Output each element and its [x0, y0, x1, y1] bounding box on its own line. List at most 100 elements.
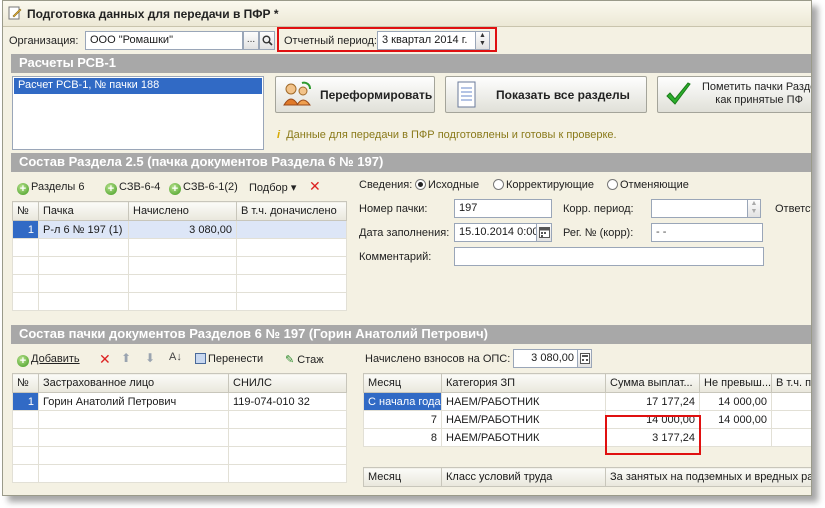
- cell-category[interactable]: НАЕМ/РАБОТНИК: [441, 392, 606, 411]
- col-header-person[interactable]: Застрахованное лицо: [38, 373, 229, 393]
- search-icon: [262, 35, 273, 46]
- cell-amount[interactable]: 3 080,00: [128, 220, 237, 239]
- section-header-rsv: Расчеты РСВ-1: [11, 54, 811, 73]
- comment-field[interactable]: [454, 247, 764, 266]
- reg-number-field[interactable]: - -: [651, 223, 763, 242]
- col-header-n[interactable]: №: [12, 201, 39, 221]
- ops-label: Начислено взносов на ОПС:: [365, 353, 511, 365]
- info-message-text: Данные для передачи в ПФР подготовлены и…: [286, 129, 617, 141]
- table-row[interactable]: 1 Горин Анатолий Петрович 119-074-010 32: [12, 392, 347, 411]
- cell-incl[interactable]: [771, 410, 811, 429]
- corr-period-spinner[interactable]: ▲ ▼: [747, 199, 761, 218]
- table-row[interactable]: С начала года НАЕМ/РАБОТНИК 17 177,24 14…: [363, 392, 811, 411]
- col-header-underground[interactable]: За занятых на подземных и вредных ра...: [605, 467, 811, 487]
- ops-field[interactable]: 3 080,00: [513, 349, 579, 368]
- cell-incl[interactable]: [771, 392, 811, 411]
- cell-category[interactable]: НАЕМ/РАБОТНИК: [441, 410, 606, 429]
- cell-n[interactable]: 1: [12, 392, 39, 411]
- reg-number-label: Рег. № (корр):: [563, 227, 634, 239]
- rsv-list[interactable]: Расчет РСВ-1, № пачки 188: [12, 76, 264, 150]
- col-header-month[interactable]: Месяц: [363, 373, 442, 393]
- cell-not-exceed[interactable]: 14 000,00: [699, 410, 772, 429]
- cell-incl[interactable]: [771, 428, 811, 447]
- pack-number-field[interactable]: 197: [454, 199, 552, 218]
- fill-date-label: Дата заполнения:: [359, 227, 450, 239]
- calendar-button[interactable]: [536, 223, 552, 242]
- cell-not-exceed[interactable]: 14 000,00: [699, 392, 772, 411]
- col-header-amount[interactable]: Начислено: [128, 201, 237, 221]
- delete-icon[interactable]: ✕: [309, 178, 321, 195]
- packs-table[interactable]: № Пачка Начислено В т.ч. доначислено 1 Р…: [12, 201, 347, 311]
- radio-corrective[interactable]: Корректирующие: [493, 179, 594, 191]
- spin-up-icon[interactable]: ▲: [751, 200, 758, 207]
- window-title: Подготовка данных для передачи в ПФР *: [27, 7, 279, 21]
- radio-cancel[interactable]: Отменяющие: [607, 179, 689, 191]
- table-row[interactable]: 1 Р-л 6 № 197 (1) 3 080,00: [12, 220, 347, 239]
- reform-button[interactable]: Переформировать: [275, 76, 435, 113]
- col-header-extra[interactable]: В т.ч. доначислено: [236, 201, 347, 221]
- document-list-icon: [457, 81, 476, 108]
- insured-table[interactable]: № Застрахованное лицо СНИЛС 1 Горин Анат…: [12, 373, 347, 483]
- reform-button-label: Переформировать: [320, 88, 433, 102]
- move-icon: [195, 353, 206, 364]
- work-conditions-table[interactable]: Месяц Класс условий труда За занятых на …: [363, 467, 811, 487]
- move-button[interactable]: Перенести: [195, 353, 263, 365]
- cell-n[interactable]: 1: [12, 220, 39, 239]
- org-field[interactable]: ООО "Ромашки": [85, 31, 243, 50]
- cell-sum[interactable]: 17 177,24: [605, 392, 700, 411]
- period-field[interactable]: 3 квартал 2014 г.: [377, 31, 477, 50]
- show-all-sections-button[interactable]: Показать все разделы: [445, 76, 647, 113]
- document-pen-icon: [8, 6, 22, 20]
- spin-down-icon[interactable]: ▼: [479, 40, 486, 47]
- szv612-button[interactable]: + СЗВ-6-1(2): [169, 181, 238, 195]
- payments-table[interactable]: Месяц Категория ЗП Сумма выплат... Не пр…: [363, 373, 811, 447]
- add-button[interactable]: + Добавить: [17, 353, 80, 367]
- table-row[interactable]: 8 НАЕМ/РАБОТНИК 3 177,24: [363, 428, 811, 447]
- pencil-icon: ✎: [285, 354, 295, 366]
- col-header-snils[interactable]: СНИЛС: [228, 373, 347, 393]
- mark-accepted-button[interactable]: Пометить пачки Разде как принятые ПФ: [657, 76, 811, 113]
- cell-person[interactable]: Горин Анатолий Петрович: [38, 392, 229, 411]
- delete-icon[interactable]: ✕: [99, 351, 111, 368]
- spin-down-icon[interactable]: ▼: [751, 208, 758, 215]
- arrow-down-icon[interactable]: ⬇: [145, 351, 155, 365]
- sort-icon[interactable]: A↓: [169, 351, 182, 363]
- col-header-sum[interactable]: Сумма выплат...: [605, 373, 700, 393]
- radio-original[interactable]: Исходные: [415, 179, 479, 191]
- period-spinner[interactable]: ▲ ▼: [475, 31, 490, 50]
- table-row: [12, 446, 347, 465]
- cell-month[interactable]: 8: [363, 428, 442, 447]
- podbor-button[interactable]: Подбор ▾: [249, 181, 296, 194]
- cell-not-exceed[interactable]: [699, 428, 772, 447]
- table-row[interactable]: 7 НАЕМ/РАБОТНИК 14 000,00 14 000,00: [363, 410, 811, 429]
- cell-pack[interactable]: Р-л 6 № 197 (1): [38, 220, 129, 239]
- radio-icon: [493, 179, 504, 190]
- col-header-n[interactable]: №: [12, 373, 39, 393]
- cell-month[interactable]: С начала года: [363, 392, 442, 411]
- stazh-button[interactable]: ✎ Стаж: [285, 353, 324, 366]
- org-search-button[interactable]: [259, 31, 275, 50]
- cell-snils[interactable]: 119-074-010 32: [228, 392, 347, 411]
- col-header-category[interactable]: Категория ЗП: [441, 373, 606, 393]
- col-header-month[interactable]: Месяц: [363, 467, 442, 487]
- razd6-button[interactable]: + Разделы 6: [17, 181, 84, 195]
- col-header-pack[interactable]: Пачка: [38, 201, 129, 221]
- org-select-button[interactable]: ...: [243, 31, 259, 50]
- calculator-button[interactable]: [577, 349, 592, 368]
- col-header-incl[interactable]: В т.ч. пр: [771, 373, 811, 393]
- cell-month[interactable]: 7: [363, 410, 442, 429]
- rsv-list-item[interactable]: Расчет РСВ-1, № пачки 188: [14, 78, 262, 94]
- add-icon: +: [105, 183, 117, 195]
- fill-date-field[interactable]: 15.10.2014 0:00: [454, 223, 538, 242]
- corr-period-field[interactable]: [651, 199, 749, 218]
- col-header-work-class[interactable]: Класс условий труда: [441, 467, 606, 487]
- arrow-up-icon[interactable]: ⬆: [121, 351, 131, 365]
- sum-highlight-box: [605, 415, 701, 455]
- cell-extra[interactable]: [236, 220, 347, 239]
- spin-up-icon[interactable]: ▲: [479, 32, 486, 39]
- cell-category[interactable]: НАЕМ/РАБОТНИК: [441, 428, 606, 447]
- radio-selected-icon: [415, 179, 426, 190]
- szv64-button[interactable]: + СЗВ-6-4: [105, 181, 160, 195]
- checkmark-icon: [666, 82, 691, 105]
- col-header-not-exceed[interactable]: Не превыш...: [699, 373, 772, 393]
